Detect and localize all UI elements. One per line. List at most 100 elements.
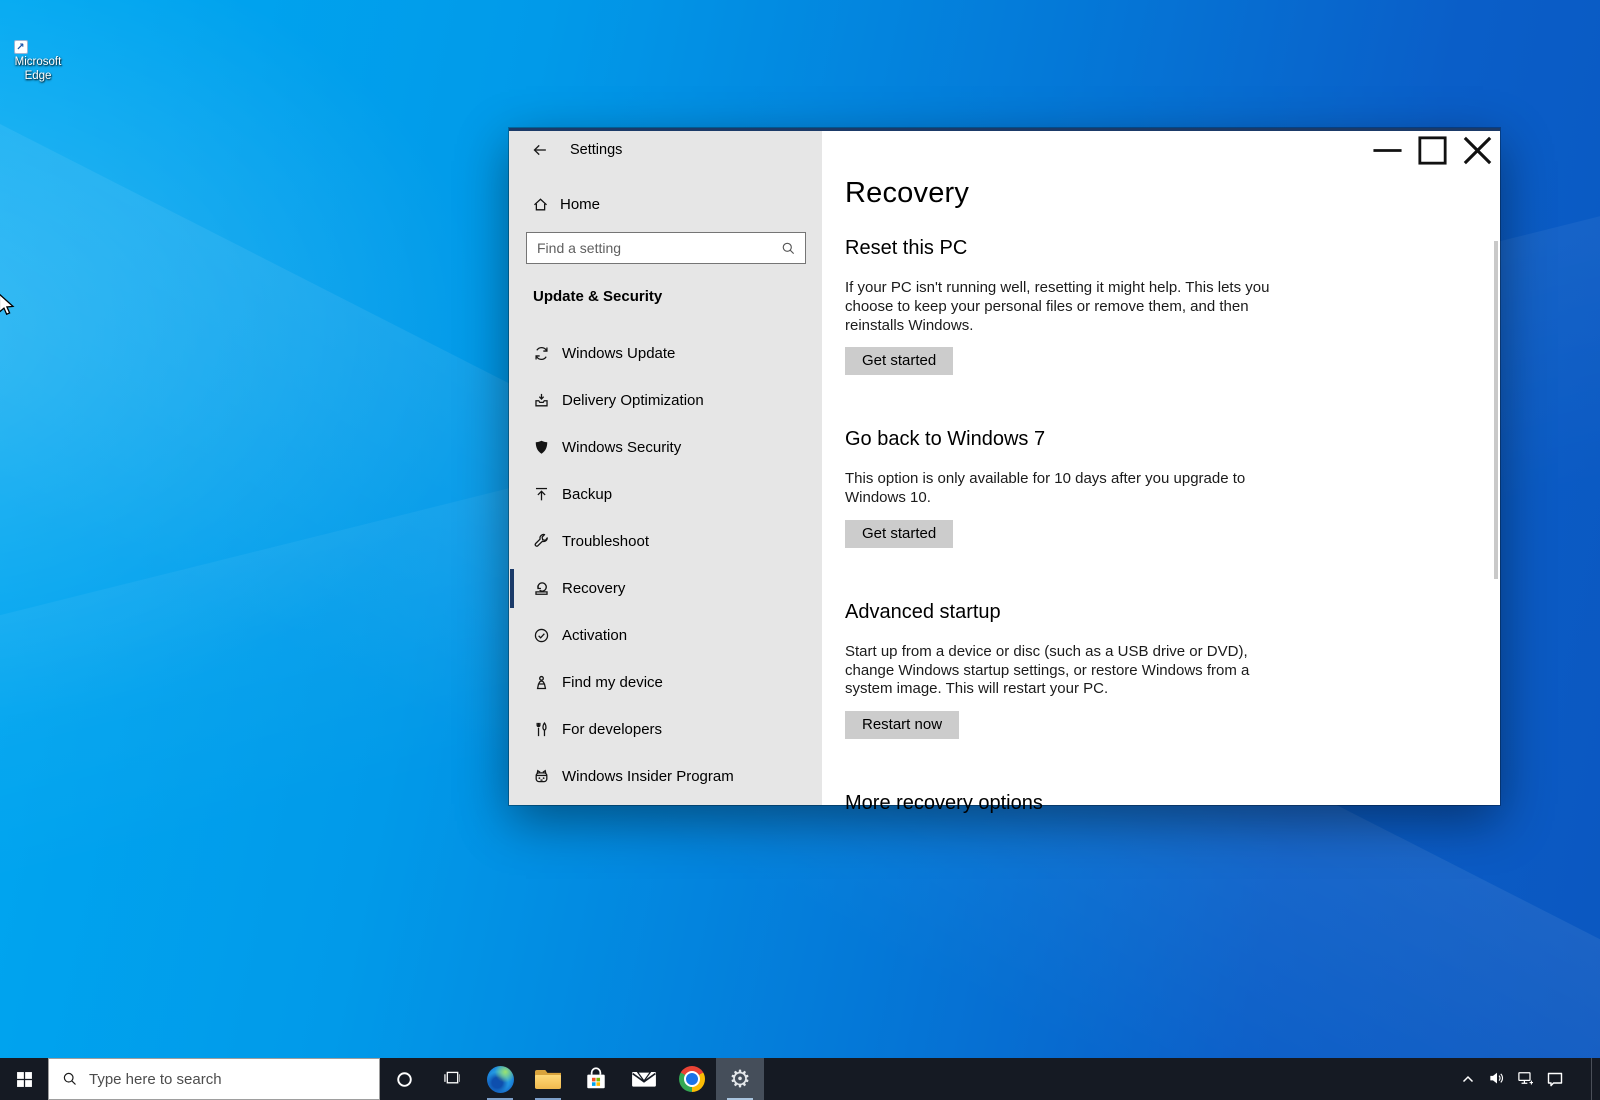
sidebar-item-label: Backup <box>562 486 612 503</box>
wrench-icon <box>533 533 550 550</box>
sidebar-item-label: Delivery Optimization <box>562 392 704 409</box>
shortcut-arrow-badge <box>14 40 28 54</box>
windows-logo-icon <box>16 1071 33 1088</box>
sync-icon <box>533 345 550 362</box>
settings-main-pane: Recovery Reset this PC If your PC isn't r… <box>822 131 1500 805</box>
action-center-icon <box>1547 1071 1563 1087</box>
sidebar-section-header: Update & Security <box>533 288 822 305</box>
sidebar-item-windows-insider-program[interactable]: Windows Insider Program <box>509 753 822 800</box>
taskbar-mail-button[interactable] <box>620 1058 668 1100</box>
window-title: Settings <box>570 142 622 158</box>
section-more-recovery-options: More recovery options <box>845 792 1500 815</box>
taskbar <box>0 1058 1600 1100</box>
edge-logo-icon <box>16 8 61 53</box>
settings-window: Settings Home Update & Security Windows … <box>509 128 1500 805</box>
volume-button[interactable] <box>1482 1058 1511 1100</box>
chevron-up-icon <box>1460 1071 1476 1087</box>
developers-icon <box>533 721 550 738</box>
sidebar-item-home[interactable]: Home <box>509 186 822 222</box>
sidebar-item-activation[interactable]: Activation <box>509 612 822 659</box>
hidden-icons-button[interactable] <box>1453 1058 1482 1100</box>
sidebar-item-label: Activation <box>562 627 627 644</box>
sidebar-item-label: Windows Update <box>562 345 675 362</box>
backup-icon <box>533 486 550 503</box>
insider-icon <box>533 768 550 785</box>
page-title: Recovery <box>845 177 1500 210</box>
find-device-icon <box>533 674 550 691</box>
sidebar-item-backup[interactable]: Backup <box>509 471 822 518</box>
home-icon <box>532 196 549 213</box>
start-button[interactable] <box>0 1058 48 1100</box>
edge-shortcut-label: Microsoft Edge <box>6 56 70 83</box>
restart-now-button[interactable]: Restart now <box>845 711 959 739</box>
network-button[interactable] <box>1511 1058 1540 1100</box>
recovery-page: Recovery Reset this PC If your PC isn't r… <box>822 131 1500 815</box>
home-label: Home <box>560 196 600 213</box>
content-scrollbar[interactable] <box>1494 241 1498 579</box>
search-icon <box>781 241 796 256</box>
sidebar-item-label: Find my device <box>562 674 663 691</box>
section-reset-this-pc: Reset this PC If your PC isn't running we… <box>845 237 1500 375</box>
cortana-icon <box>396 1071 413 1088</box>
mouse-cursor <box>0 292 20 318</box>
maximize-button[interactable] <box>1410 131 1455 169</box>
settings-search-box[interactable] <box>526 232 806 264</box>
get-started-button[interactable]: Get started <box>845 347 953 375</box>
network-icon <box>1518 1071 1534 1087</box>
file-explorer-icon <box>535 1070 561 1089</box>
get-started-button[interactable]: Get started <box>845 520 953 548</box>
taskbar-store-button[interactable] <box>572 1058 620 1100</box>
system-tray <box>1453 1058 1600 1100</box>
chrome-icon <box>679 1066 705 1092</box>
sidebar-item-recovery[interactable]: Recovery <box>509 565 822 612</box>
titlebar: Settings <box>509 131 822 169</box>
task-view-button[interactable] <box>428 1058 476 1100</box>
back-button[interactable] <box>531 141 549 159</box>
section-description: If your PC isn't running well, resetting… <box>845 279 1292 335</box>
section-heading: Go back to Windows 7 <box>845 428 1500 451</box>
sidebar-item-troubleshoot[interactable]: Troubleshoot <box>509 518 822 565</box>
taskbar-edge-button[interactable] <box>476 1058 524 1100</box>
taskbar-settings-button[interactable] <box>716 1058 764 1100</box>
search-icon <box>62 1071 78 1087</box>
taskbar-chrome-button[interactable] <box>668 1058 716 1100</box>
edge-icon <box>487 1066 514 1093</box>
recovery-sections: Reset this PC If your PC isn't running we… <box>845 237 1500 815</box>
section-advanced-startup: Advanced startupStart up from a device o… <box>845 601 1500 739</box>
sidebar-item-label: Windows Insider Program <box>562 768 734 785</box>
mail-icon <box>631 1068 657 1090</box>
task-view-icon <box>444 1071 461 1088</box>
microsoft-store-icon <box>584 1067 608 1091</box>
cortana-button[interactable] <box>380 1058 428 1100</box>
sidebar-item-label: Recovery <box>562 580 625 597</box>
caption-buttons <box>1365 131 1500 169</box>
action-center-button[interactable] <box>1540 1058 1569 1100</box>
section-heading: More recovery options <box>845 792 1500 815</box>
activation-icon <box>533 627 550 644</box>
section-heading: Reset this PC <box>845 237 1500 260</box>
close-button[interactable] <box>1455 131 1500 169</box>
show-desktop-button[interactable] <box>1591 1058 1600 1100</box>
section-description: This option is only available for 10 day… <box>845 470 1292 508</box>
sidebar-item-find-my-device[interactable]: Find my device <box>509 659 822 706</box>
desktop-wallpaper: Microsoft Edge Settings Home Update & Se… <box>0 0 1600 1100</box>
sidebar-item-label: Troubleshoot <box>562 533 649 550</box>
taskbar-search-box[interactable] <box>48 1058 380 1100</box>
sidebar-item-label: For developers <box>562 721 662 738</box>
volume-icon <box>1489 1071 1505 1087</box>
settings-gear-icon <box>729 1067 751 1091</box>
sidebar-item-windows-security[interactable]: Windows Security <box>509 424 822 471</box>
sidebar-item-for-developers[interactable]: For developers <box>509 706 822 753</box>
section-go-back-to-windows-7: Go back to Windows 7 This option is only … <box>845 428 1500 548</box>
edge-desktop-shortcut[interactable]: Microsoft Edge <box>6 8 70 83</box>
settings-search-input[interactable] <box>537 240 781 256</box>
sidebar-item-windows-update[interactable]: Windows Update <box>509 330 822 377</box>
section-heading: Advanced startup <box>845 601 1500 624</box>
sidebar-nav: Windows Update Delivery Optimization Windo… <box>509 330 822 800</box>
taskbar-file-explorer-button[interactable] <box>524 1058 572 1100</box>
sidebar-item-delivery-optimization[interactable]: Delivery Optimization <box>509 377 822 424</box>
minimize-button[interactable] <box>1365 131 1410 169</box>
shield-icon <box>533 439 550 456</box>
taskbar-search-input[interactable] <box>89 1071 379 1088</box>
settings-sidebar: Settings Home Update & Security Windows … <box>509 131 822 805</box>
